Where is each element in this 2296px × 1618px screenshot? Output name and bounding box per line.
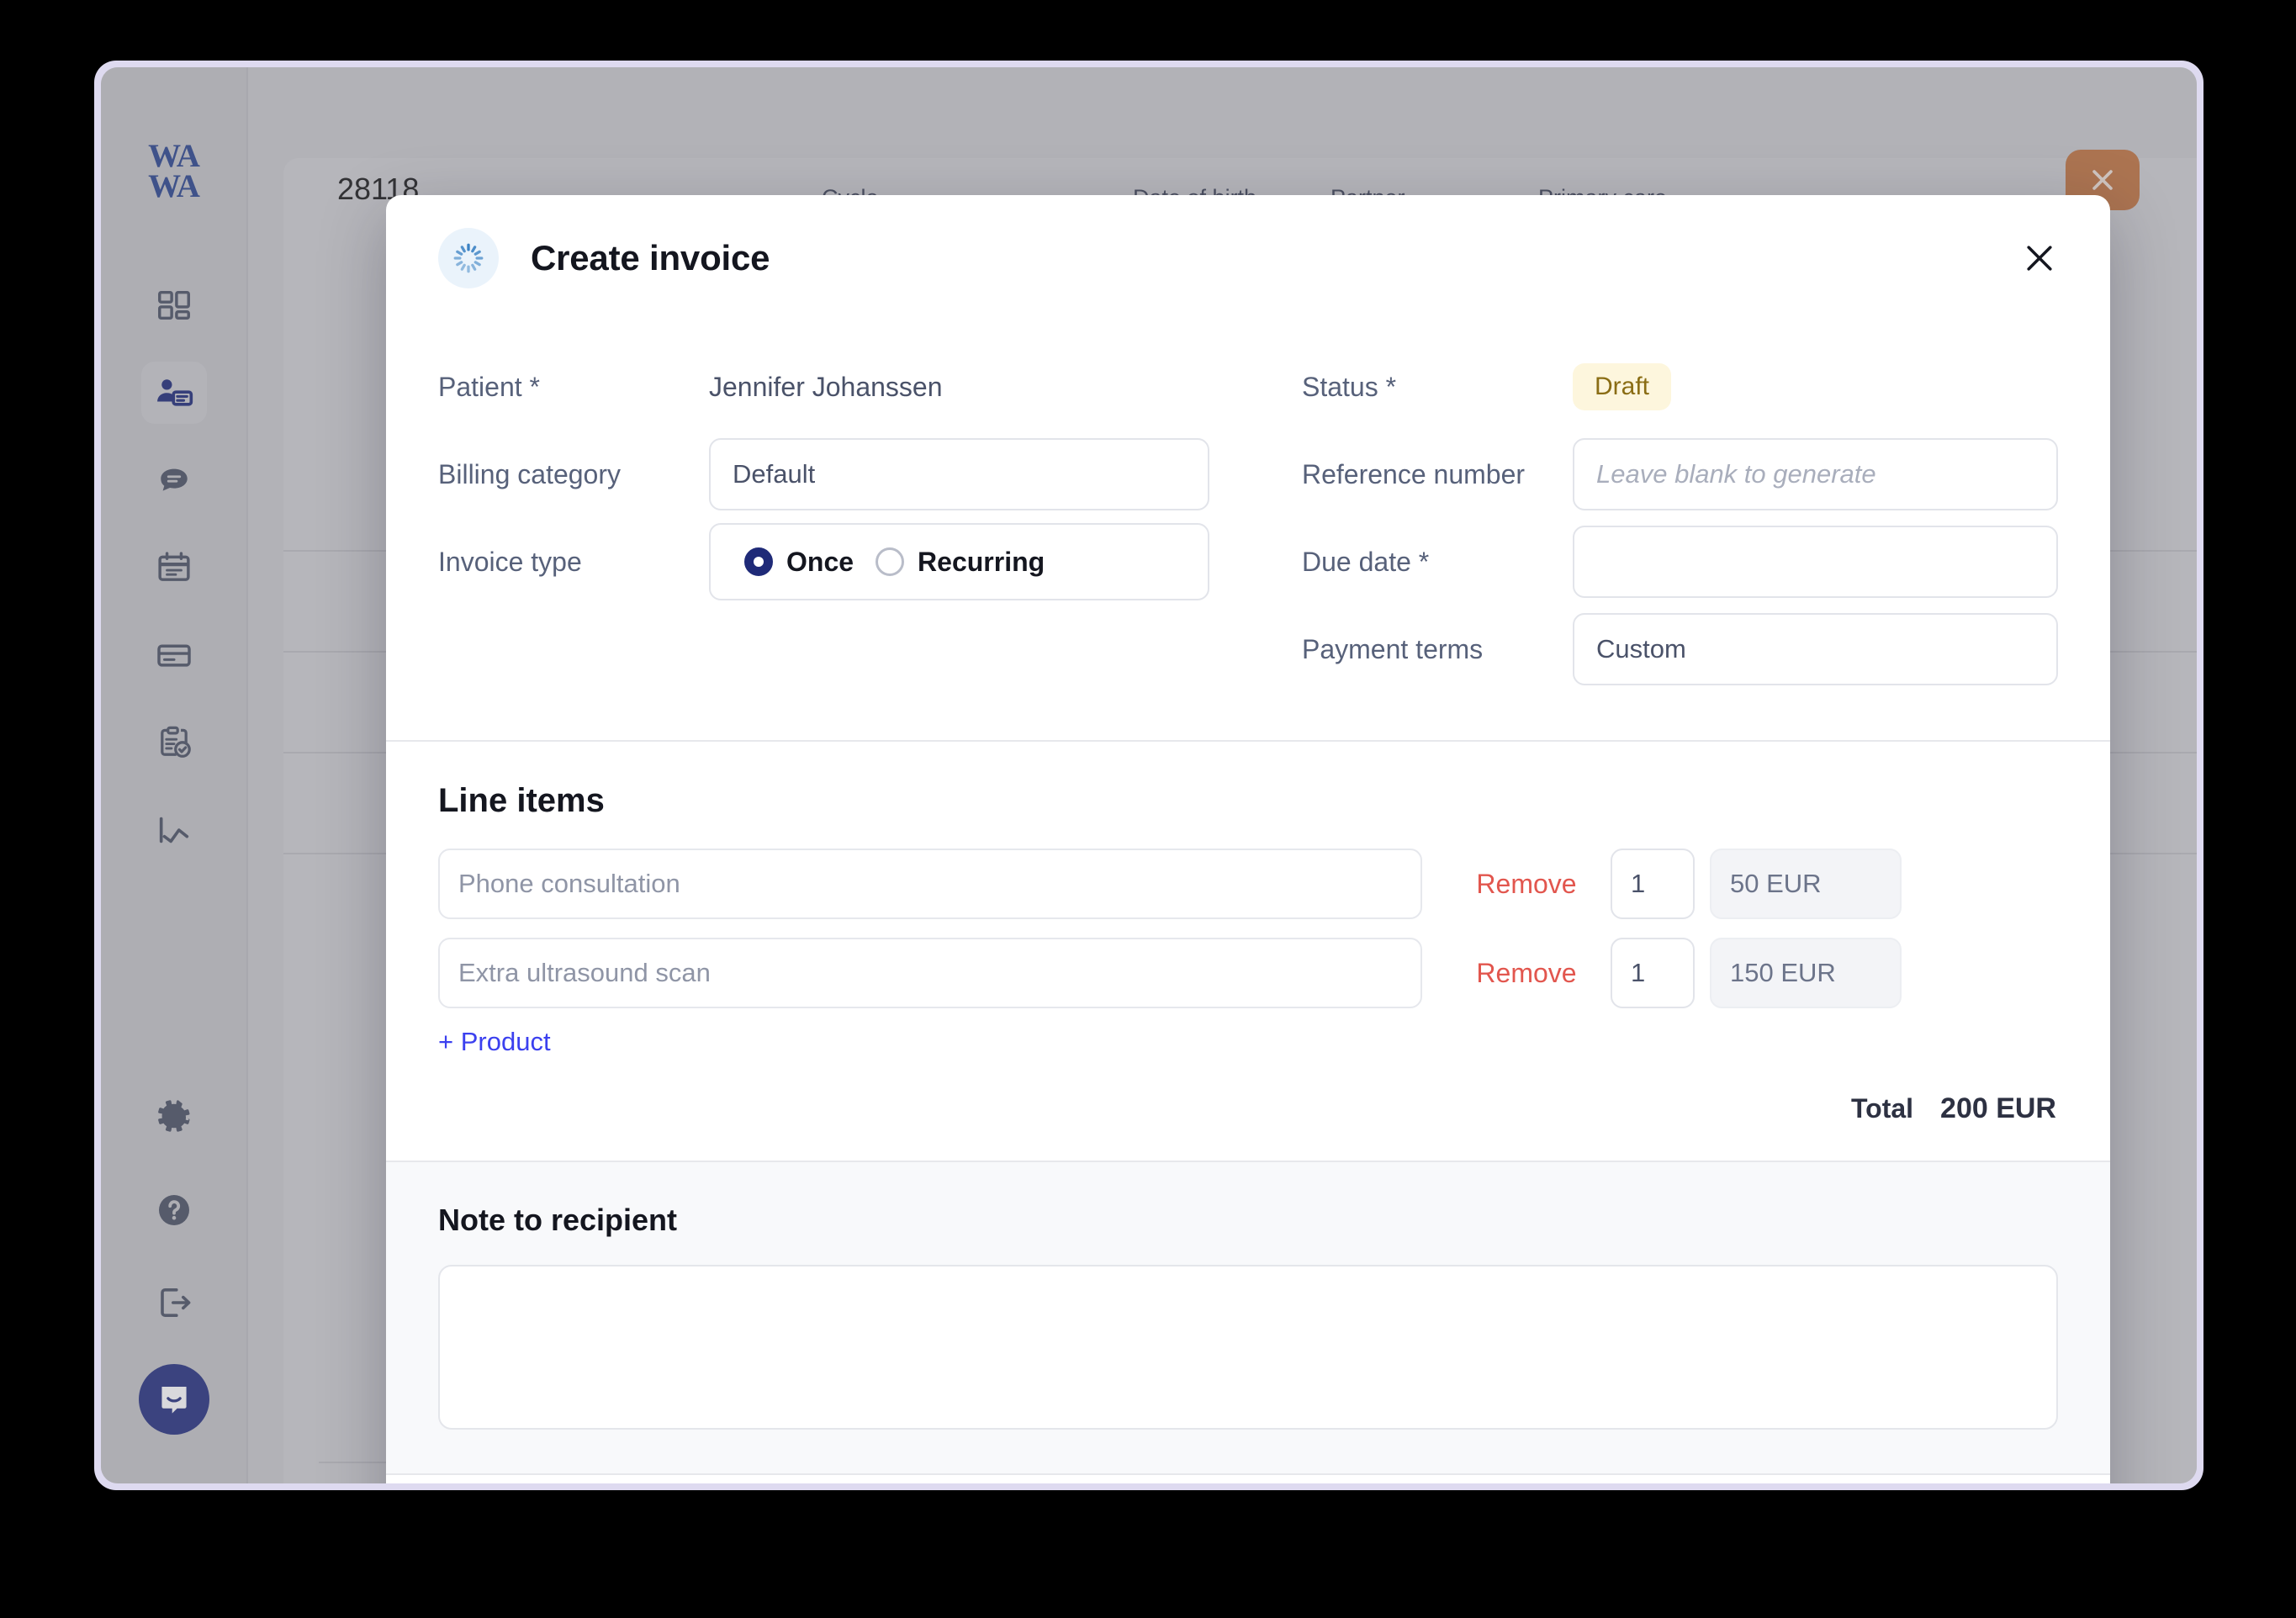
field-label-status-text: Status (1302, 371, 1378, 402)
modal-close-button[interactable] (2016, 235, 2063, 282)
required-asterisk: * (1378, 371, 1397, 402)
page-title: Create invoice (531, 238, 770, 278)
line-items-total-row: Total 200 EUR (438, 1092, 2058, 1125)
note-section: Note to recipient (386, 1162, 2110, 1475)
line-item-quantity-input[interactable]: 1 (1611, 938, 1695, 1008)
add-product-button[interactable]: + Product (438, 1027, 2058, 1057)
patient-value-wrap: Jennifer Johanssen (709, 372, 1209, 403)
close-icon (2027, 246, 2052, 271)
line-item-description-input[interactable]: Phone consultation (438, 849, 1422, 919)
field-label-patient: Patient * (438, 372, 709, 403)
note-title: Note to recipient (438, 1203, 678, 1237)
field-label-due-date-text: Due date (1302, 546, 1411, 577)
due-date-wrap (1573, 526, 2058, 598)
radio-label-once: Once (786, 546, 854, 577)
app-window: 28118 Cycle Date of birth Partner Primar… (94, 61, 2203, 1490)
line-item-price-field: 150 EUR (1710, 938, 1902, 1008)
total-value: 200 EUR (1940, 1092, 2056, 1124)
fields-left-column: Patient * Jennifer Johanssen Billing cat… (438, 343, 1248, 693)
field-label-due-date: Due date * (1302, 547, 1573, 578)
line-item-description-input[interactable]: Extra ultrasound scan (438, 938, 1422, 1008)
loading-spinner-icon (453, 243, 484, 273)
payment-terms-wrap: Custom (1573, 613, 2058, 685)
patient-name-value: Jennifer Johanssen (709, 371, 943, 402)
invoice-type-wrap: Once Recurring (709, 523, 1209, 600)
radio-option-once[interactable]: Once (744, 547, 854, 578)
required-asterisk: * (521, 371, 540, 402)
status-badge: Draft (1573, 363, 1672, 410)
radio-dot-icon (744, 547, 773, 576)
line-item-price-field: 50 EUR (1710, 849, 1902, 919)
due-date-input[interactable] (1573, 526, 2058, 598)
fields-right-column: Status * Draft Reference number Leave bl… (1248, 343, 2058, 693)
line-item-remove-button[interactable]: Remove (1442, 958, 1611, 989)
field-payment-terms: Payment terms Custom (1302, 605, 2058, 693)
radio-option-recurring[interactable]: Recurring (876, 547, 1045, 578)
field-billing-category: Billing category Default (438, 431, 1209, 518)
field-reference-number: Reference number Leave blank to generate (1302, 431, 2058, 518)
billing-category-wrap: Default (709, 438, 1209, 510)
radio-dot-icon (876, 547, 905, 576)
line-item-quantity-input[interactable]: 1 (1611, 849, 1695, 919)
reference-number-wrap: Leave blank to generate (1573, 438, 2058, 510)
field-label-payment-terms: Payment terms (1302, 633, 1484, 664)
modal-icon-badge (438, 228, 499, 288)
field-invoice-type: Invoice type Once Recurring (438, 518, 1209, 605)
modal-header: Create invoice (386, 195, 2110, 321)
field-due-date: Due date * (1302, 518, 2058, 605)
line-item-row: Extra ultrasound scan Remove 1 150 EUR (438, 938, 2058, 1008)
billing-category-select[interactable]: Default (709, 438, 1209, 510)
line-item-remove-button[interactable]: Remove (1442, 869, 1611, 900)
field-status: Status * Draft (1302, 343, 2058, 431)
modal-footer: Cancel Delete Create draft Send invoice (386, 1475, 2110, 1483)
required-asterisk: * (1410, 546, 1430, 577)
create-invoice-modal: Create invoice Patient * Jennifer Johans… (386, 195, 2110, 1483)
line-items-section: Line items Phone consultation Remove 1 5… (386, 742, 2110, 1162)
line-item-row: Phone consultation Remove 1 50 EUR (438, 849, 2058, 919)
reference-number-input[interactable]: Leave blank to generate (1573, 438, 2058, 510)
field-label-billing-category: Billing category (438, 458, 621, 489)
field-label-invoice-type: Invoice type (438, 546, 582, 577)
status-wrap: Draft (1573, 363, 2058, 410)
invoice-type-radio-group: Once Recurring (709, 523, 1209, 600)
field-patient: Patient * Jennifer Johanssen (438, 343, 1209, 431)
field-label-patient-text: Patient (438, 371, 522, 402)
payment-terms-select[interactable]: Custom (1573, 613, 2058, 685)
field-label-reference-number: Reference number (1302, 458, 1526, 489)
invoice-fields-section: Patient * Jennifer Johanssen Billing cat… (386, 321, 2110, 742)
note-textarea[interactable] (438, 1265, 2058, 1430)
radio-label-recurring: Recurring (918, 546, 1045, 577)
window-inner: 28118 Cycle Date of birth Partner Primar… (101, 67, 2197, 1483)
field-label-status: Status * (1302, 372, 1573, 403)
line-items-title: Line items (438, 782, 605, 819)
total-label: Total (1850, 1093, 1914, 1124)
